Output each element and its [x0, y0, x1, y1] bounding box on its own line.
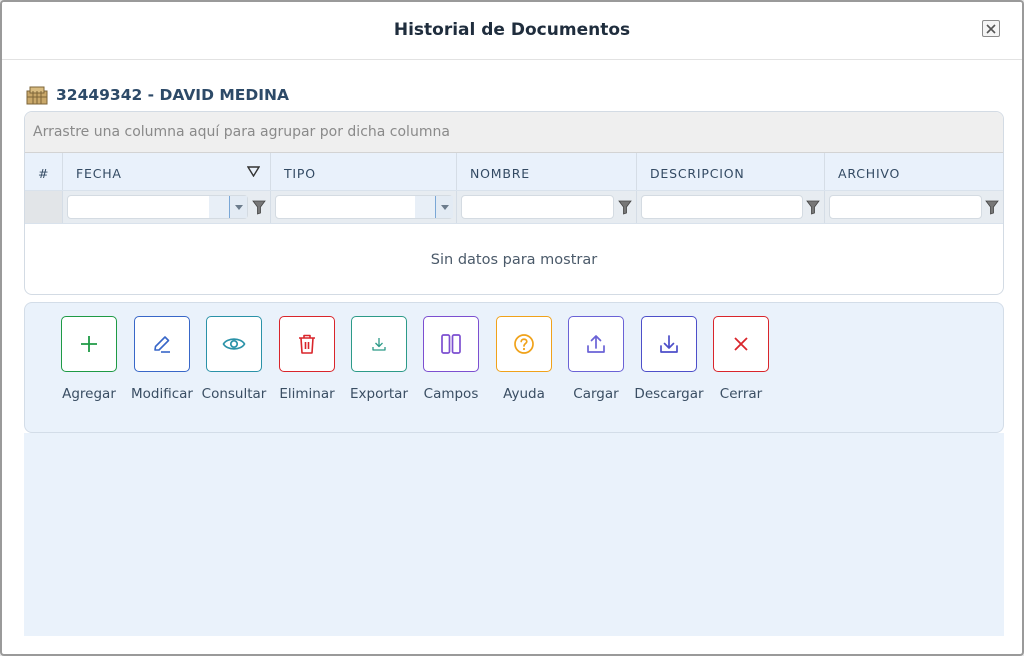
group-by-panel[interactable]: Arrastre una columna aquí para agrupar p… [25, 112, 1003, 153]
stacked-boxes-icon [26, 86, 48, 105]
cargar-button[interactable]: Cargar [559, 316, 633, 402]
documents-grid: Arrastre una columna aquí para agrupar p… [24, 111, 1004, 295]
descargar-button[interactable]: Descargar [632, 316, 706, 402]
filter-cell-tipo [271, 191, 457, 223]
cargar-label: Cargar [573, 386, 619, 402]
column-header-nombre[interactable]: NOMBRE [457, 153, 637, 190]
columns-icon [441, 334, 461, 354]
sort-descending-icon[interactable] [247, 166, 260, 177]
descargar-button-box[interactable] [641, 316, 697, 372]
eye-icon [222, 338, 246, 350]
column-header-descripcion[interactable]: DESCRIPCION [637, 153, 825, 190]
ayuda-button[interactable]: Ayuda [487, 316, 561, 402]
column-header-row: # FECHA TIPO NOMBRE DESCRIPCION ARCHIVO [25, 153, 1003, 191]
consultar-label: Consultar [201, 386, 267, 402]
modificar-button[interactable]: Modificar [125, 316, 199, 402]
archivo-filter-input[interactable] [829, 195, 982, 219]
cerrar-button-box[interactable] [713, 316, 769, 372]
action-toolbar: Agregar Modificar Consultar Eliminar Exp… [24, 302, 1004, 433]
agregar-button-box[interactable] [61, 316, 117, 372]
modificar-button-box[interactable] [134, 316, 190, 372]
column-header-label: NOMBRE [470, 166, 530, 181]
help-icon [514, 334, 534, 354]
tipo-combo-area[interactable] [415, 196, 435, 218]
filter-funnel-icon[interactable] [806, 200, 820, 215]
nombre-filter-input[interactable] [461, 195, 614, 219]
exportar-label: Exportar [349, 386, 408, 402]
filter-cell-number [25, 191, 63, 223]
dialog-close-button[interactable] [982, 20, 1000, 37]
plus-icon [81, 336, 97, 352]
trash-icon [299, 334, 315, 354]
column-header-label: DESCRIPCION [650, 166, 745, 181]
chevron-down-icon [440, 204, 449, 210]
descargar-label: Descargar [634, 386, 704, 402]
filter-funnel-icon[interactable] [985, 200, 999, 215]
cerrar-label: Cerrar [719, 386, 763, 402]
filter-cell-archivo [825, 191, 1003, 223]
campos-button[interactable]: Campos [414, 316, 488, 402]
chevron-down-icon [234, 204, 243, 210]
fecha-calendar-area[interactable] [209, 196, 229, 218]
cerrar-button[interactable]: Cerrar [704, 316, 778, 402]
filter-cell-fecha [63, 191, 271, 223]
modificar-label: Modificar [131, 386, 193, 402]
ayuda-label: Ayuda [503, 386, 545, 402]
column-header-archivo[interactable]: ARCHIVO [825, 153, 1003, 190]
cargar-button-box[interactable] [568, 316, 624, 372]
column-header-number[interactable]: # [25, 153, 63, 190]
empty-grid-message: Sin datos para mostrar [430, 252, 598, 268]
filter-row [25, 191, 1003, 224]
dialog-title: Historial de Documentos [393, 20, 631, 40]
filter-funnel-icon[interactable] [252, 200, 266, 215]
ayuda-button-box[interactable] [496, 316, 552, 372]
dialog-header: Historial de Documentos [2, 2, 1022, 60]
column-header-label: ARCHIVO [838, 166, 901, 181]
consultar-button[interactable]: Consultar [197, 316, 271, 402]
fecha-dropdown-button[interactable] [229, 196, 247, 218]
exportar-button-box[interactable] [351, 316, 407, 372]
consultar-button-box[interactable] [206, 316, 262, 372]
tipo-dropdown-button[interactable] [435, 196, 453, 218]
campos-label: Campos [423, 386, 479, 402]
upload-icon [587, 335, 605, 353]
exportar-button[interactable]: Exportar [342, 316, 416, 402]
filter-cell-descripcion [637, 191, 825, 223]
eliminar-button[interactable]: Eliminar [270, 316, 344, 402]
column-header-label: # [38, 166, 50, 181]
document-history-dialog: Historial de Documentos 32449342 - DAVID… [0, 0, 1024, 656]
column-header-fecha[interactable]: FECHA [63, 153, 271, 190]
export-icon [372, 338, 386, 351]
column-header-label: TIPO [284, 166, 316, 181]
agregar-button[interactable]: Agregar [52, 316, 126, 402]
filter-cell-nombre [457, 191, 637, 223]
content-area-background [24, 433, 1004, 636]
record-header: 32449342 - DAVID MEDINA [26, 84, 289, 106]
eliminar-button-box[interactable] [279, 316, 335, 372]
column-header-label: FECHA [76, 166, 122, 181]
agregar-label: Agregar [62, 386, 116, 402]
close-x-icon [734, 337, 748, 351]
eliminar-label: Eliminar [279, 386, 335, 402]
pencil-icon [154, 336, 170, 353]
download-icon [660, 335, 678, 353]
campos-button-box[interactable] [423, 316, 479, 372]
filter-funnel-icon[interactable] [618, 200, 632, 215]
close-icon [986, 23, 996, 34]
record-label: 32449342 - DAVID MEDINA [56, 86, 289, 104]
descripcion-filter-input[interactable] [641, 195, 803, 219]
column-header-tipo[interactable]: TIPO [271, 153, 457, 190]
